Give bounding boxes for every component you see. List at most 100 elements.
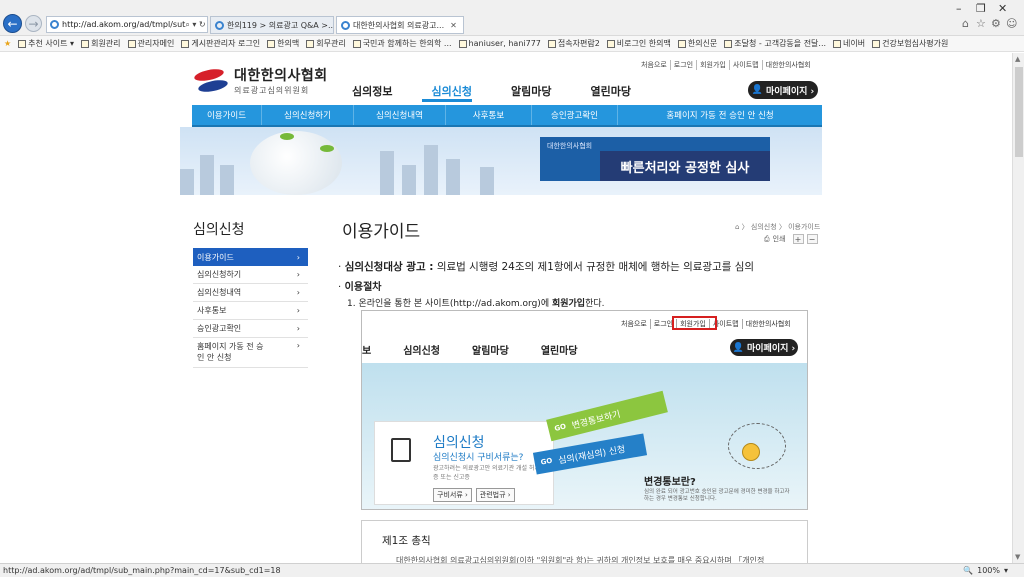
subnav-history[interactable]: 심의신청내역	[354, 105, 446, 125]
web-page: 대한한의사협회 의료광고심의위원회 처음으로 로그인 회원가입 사이트맵 대한한…	[0, 53, 1012, 563]
toplink-home[interactable]: 처음으로	[638, 60, 671, 70]
restore-icon[interactable]: ❐	[976, 2, 986, 15]
favorites-bar: ★ 추천 사이트 ▾ 회원관리 관리자메인 게시판관리자 로그인 한의맥 회무관…	[0, 36, 1024, 52]
side-menu: 이용가이드 › 심의신청하기 › 심의신청내역 › 사후통보 › 승인광고확인 › 홈페이…	[193, 248, 308, 368]
main-nav: 심의정보 심의신청 알림마당 열린마당	[352, 83, 670, 99]
lnb-item-notify[interactable]: 사후통보 ›	[193, 302, 308, 320]
smiley-icon[interactable]: ☺	[1006, 17, 1017, 30]
page-icon	[127, 39, 136, 48]
lnb-item-apply[interactable]: 심의신청하기 ›	[193, 266, 308, 284]
address-bar[interactable]: http://ad.akom.org/ad/tmpl/sut ⌕ ▾ ↻	[46, 16, 208, 33]
font-smaller-button[interactable]: −	[806, 234, 818, 244]
procedure-heading: · 이용절차	[338, 278, 381, 293]
font-larger-button[interactable]: +	[792, 234, 804, 244]
subnav-notify[interactable]: 사후통보	[446, 105, 532, 125]
lnb-item-guide[interactable]: 이용가이드 ›	[193, 248, 308, 266]
fav-item[interactable]: 비로그인 한의맥	[606, 38, 671, 49]
subnav-homepage[interactable]: 홈페이지 가동 전 승인 안 신청	[618, 105, 822, 125]
go-label: GO	[553, 422, 567, 433]
shot-mypage-label: 마이페이지 ›	[746, 344, 796, 354]
go-label: GO	[540, 456, 553, 467]
fav-item[interactable]: 게시판관리자 로그인	[181, 38, 260, 49]
subnav-apply[interactable]: 심의신청하기	[262, 105, 354, 125]
leaf-icon	[280, 133, 294, 140]
back-button[interactable]: ←	[3, 14, 22, 33]
go-text: 심의(재심의) 신청	[557, 444, 627, 467]
toplink-sitemap[interactable]: 사이트맵	[730, 60, 763, 70]
lnb-label: 사후통보	[197, 306, 227, 315]
scroll-down-icon[interactable]: ▼	[1015, 553, 1020, 561]
gnb-open[interactable]: 열린마당	[590, 83, 630, 99]
zoom-control[interactable]: 🔍 100% ▾	[963, 566, 1008, 575]
user-icon: 👤	[751, 85, 763, 95]
fav-item[interactable]: 국민과 함께하는 한의학 ...	[352, 38, 452, 49]
subnav-approved[interactable]: 승인광고확인	[532, 105, 618, 125]
minimize-icon[interactable]: –	[956, 2, 962, 15]
breadcrumb: ⌂ 〉 심의신청 〉 이용가이드	[735, 223, 821, 231]
page-icon	[81, 39, 90, 48]
zoom-level: 100%	[977, 566, 1000, 575]
close-tab-icon[interactable]: ✕	[450, 21, 457, 30]
toplink-join[interactable]: 회원가입	[697, 60, 730, 70]
tab-qna[interactable]: 한의119 > 의료광고 Q&A >...	[210, 16, 334, 34]
fav-item[interactable]: 한의맥	[267, 38, 299, 49]
fav-item[interactable]: 회원관리	[81, 38, 121, 49]
toplink-login[interactable]: 로그인	[671, 60, 698, 70]
toplink-akom[interactable]: 대한한의사협회	[763, 60, 814, 70]
shot-nav-item: 심의신청	[403, 346, 441, 357]
mypage-button[interactable]: 👤 마이페이지 ›	[748, 81, 818, 99]
fav-item[interactable]: 회무관리	[306, 38, 346, 49]
page-icon	[18, 39, 27, 48]
lnb-item-approved[interactable]: 승인광고확인 ›	[193, 320, 308, 338]
page-icon	[724, 39, 733, 48]
fav-item[interactable]: 관리자메인	[127, 38, 174, 49]
favorites-star-icon[interactable]: ★	[4, 39, 11, 48]
scroll-up-icon[interactable]: ▲	[1015, 55, 1020, 63]
vertical-scrollbar[interactable]: ▲ ▼	[1012, 53, 1024, 563]
fav-item[interactable]: 접속자편람2	[547, 38, 600, 49]
procedure-label: 이용절차	[344, 282, 382, 293]
forward-button[interactable]: →	[25, 15, 42, 32]
lnb-item-history[interactable]: 심의신청내역 ›	[193, 284, 308, 302]
printer-icon: ⎙	[764, 234, 770, 243]
search-refresh-icon[interactable]: ⌕ ▾ ↻	[185, 20, 207, 30]
gear-illustration	[742, 443, 760, 461]
lnb-item-homepage[interactable]: 홈페이지 가동 전 승인 안 신청 ›	[193, 338, 308, 368]
gear-icon[interactable]: ⚙	[991, 17, 1001, 30]
shot-btn: 관련법규 ›	[475, 488, 515, 502]
user-icon: 👤	[732, 342, 744, 353]
logo-subtitle: 의료광고심의위원회	[234, 86, 310, 95]
shot-card: 심의신청 심의신청시 구비서류는? 광고하려는 의료광고안 의료기관 개설 허가…	[374, 421, 554, 505]
fav-item[interactable]: 조달청 - 고객감동을 전달...	[724, 38, 826, 49]
close-icon[interactable]: ✕	[998, 2, 1007, 15]
fav-item[interactable]: haniuser, hani777	[458, 39, 541, 48]
lightbulb-illustration	[250, 131, 342, 195]
favorites-star-icon[interactable]: ☆	[976, 17, 986, 30]
terms-article: 제1조 총칙 대한한의사협회 의료광고심의위원회(이하 "위원회"라 함)는 귀…	[361, 520, 808, 563]
fav-item[interactable]: 네이버	[833, 38, 865, 49]
fav-item[interactable]: 건강보험심사평가원	[872, 38, 948, 49]
building-shape	[380, 151, 394, 195]
building-shape	[402, 165, 416, 195]
gnb-apply[interactable]: 심의신청	[431, 83, 471, 99]
shot-link: 대한한의사협회	[745, 320, 791, 328]
site-logo[interactable]: 대한한의사협회 의료광고심의위원회	[192, 65, 328, 96]
building-shape	[480, 167, 494, 195]
tab-akom[interactable]: 대한한의사협회 의료광고... ✕	[336, 16, 464, 34]
top-links: 처음으로 로그인 회원가입 사이트맵 대한한의사협회	[638, 60, 814, 70]
article-title: 제1조 총칙	[382, 535, 431, 547]
gnb-info[interactable]: 심의정보	[352, 83, 392, 99]
building-shape	[220, 165, 234, 195]
scroll-thumb[interactable]	[1015, 67, 1023, 157]
gnb-notice[interactable]: 알림마당	[511, 83, 551, 99]
fav-item[interactable]: 추천 사이트 ▾	[18, 38, 74, 49]
target-text: 의료법 시행령 24조의 제1항에서 규정한 매체에 행하는 의료광고를 심의	[433, 261, 755, 273]
home-icon[interactable]: ⌂	[962, 17, 969, 30]
print-label[interactable]: 인쇄	[773, 234, 786, 244]
shot-change-title: 변경통보란?	[644, 477, 696, 488]
subnav-guide[interactable]: 이용가이드	[192, 105, 262, 125]
page-icon	[547, 39, 556, 48]
document-hand-icon	[391, 438, 411, 462]
shot-nav-item: 보	[362, 346, 372, 357]
fav-item[interactable]: 한의신문	[677, 38, 717, 49]
